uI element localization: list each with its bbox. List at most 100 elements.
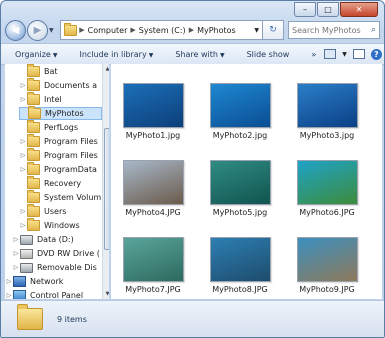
file-name[interactable]: MyPhoto7.JPG (113, 285, 193, 294)
file-item[interactable]: MyPhoto8.JPG (200, 237, 280, 294)
file-item[interactable]: MyPhoto1.jpg (113, 83, 193, 140)
share-with-menu[interactable]: Share with ▼ (161, 50, 232, 59)
tree-item-label: Documents a (44, 81, 98, 90)
search-input[interactable] (292, 25, 364, 35)
tree-item-control-panel[interactable]: ▷ Control Panel (5, 289, 83, 299)
forward-button[interactable]: ▶ (27, 19, 48, 41)
photo-thumbnail[interactable] (122, 83, 184, 128)
expand-arrow-icon[interactable]: ▷ (12, 250, 20, 257)
preview-pane-icon[interactable] (352, 49, 365, 59)
tree-item-removable-dis[interactable]: ▷ Removable Dis (12, 261, 97, 274)
details-pane: 9 items (1, 300, 384, 337)
file-name[interactable]: MyPhoto3.jpg (287, 131, 367, 140)
maximize-button[interactable]: □ (317, 2, 339, 17)
file-item[interactable]: MyPhoto9.JPG (287, 237, 367, 294)
recent-pages-dropdown[interactable]: ▼ (49, 27, 57, 34)
breadcrumb-separator[interactable]: ▶ (189, 26, 194, 34)
tree-item-myphotos[interactable]: MyPhotos (19, 106, 102, 120)
search-icon[interactable]: ⌕ (371, 25, 376, 35)
photo-thumbnail[interactable] (209, 83, 271, 128)
file-item[interactable]: MyPhoto7.JPG (113, 237, 193, 294)
file-name[interactable]: MyPhoto8.JPG (200, 285, 280, 294)
more-commands-button[interactable]: » (297, 50, 324, 59)
file-name[interactable]: MyPhoto5.jpg (200, 208, 280, 217)
tree-item-programdata[interactable]: ▷ ProgramData (19, 162, 97, 176)
change-view-icon[interactable] (324, 49, 337, 59)
file-item[interactable]: MyPhoto5.jpg (200, 160, 280, 217)
file-item[interactable]: MyPhoto4.JPG (113, 160, 193, 217)
slide-show-button[interactable]: Slide show (233, 50, 298, 59)
tree-item-dvd-rw-drive[interactable]: ▷ DVD RW Drive ( (12, 247, 100, 260)
expand-arrow-icon[interactable]: ▷ (19, 82, 27, 89)
help-icon[interactable]: ? (370, 48, 382, 60)
address-dropdown-icon[interactable]: ▼ (254, 27, 259, 34)
tree-item-label: Windows (44, 221, 80, 230)
tree-item-program-files[interactable]: ▷ Program Files (19, 134, 98, 148)
minimize-button[interactable]: – (294, 2, 316, 17)
breadcrumb-myphotos[interactable]: MyPhotos (197, 26, 236, 35)
expand-arrow-icon[interactable]: ▷ (19, 166, 27, 173)
expand-arrow-icon[interactable]: ▷ (12, 264, 20, 271)
file-name[interactable]: MyPhoto4.JPG (113, 208, 193, 217)
search-box[interactable]: ⌕ (288, 21, 380, 39)
photo-thumbnail[interactable] (209, 160, 271, 205)
include-in-library-menu[interactable]: Include in library ▼ (65, 50, 161, 59)
file-name[interactable]: MyPhoto2.jpg (200, 131, 280, 140)
back-button[interactable]: ◀ (5, 19, 26, 41)
tree-item-recovery[interactable]: Recovery (19, 176, 81, 190)
tree-item-users[interactable]: ▷ Users (19, 204, 66, 218)
file-name[interactable]: MyPhoto9.JPG (287, 285, 367, 294)
photo-thumbnail[interactable] (122, 237, 184, 282)
address-bar[interactable]: ▶ Computer ▶ System (C:) ▶ MyPhotos ▼ (60, 20, 263, 40)
folder-icon (27, 134, 40, 147)
tree-item-perflogs[interactable]: PerfLogs (19, 120, 78, 134)
scrollbar-thumb[interactable] (104, 128, 109, 250)
file-item[interactable]: MyPhoto6.JPG (287, 160, 367, 217)
close-button[interactable]: ✕ (340, 2, 378, 17)
scroll-down-icon[interactable]: ▼ (104, 290, 109, 298)
breadcrumb-system-c[interactable]: System (C:) (139, 26, 186, 35)
breadcrumb-separator[interactable]: ▶ (130, 26, 135, 34)
tree-item-windows[interactable]: ▷ Windows (19, 218, 80, 232)
expand-arrow-icon[interactable]: ▷ (5, 278, 13, 285)
file-list: MyPhoto1.jpg MyPhoto2.jpg MyPhoto3.jpg MyPh… (111, 64, 382, 299)
photo-thumbnail[interactable] (122, 160, 184, 205)
navigation-scrollbar[interactable]: ▲ ▼ (102, 64, 109, 299)
tree-item-label: DVD RW Drive ( (37, 249, 100, 258)
tree-item-network[interactable]: ▷ Network (5, 275, 63, 288)
expand-arrow-icon[interactable]: ▷ (19, 96, 27, 103)
tree-item-documents-a[interactable]: ▷ Documents a (19, 78, 98, 92)
expand-arrow-icon[interactable]: ▷ (19, 208, 27, 215)
photo-thumbnail[interactable] (209, 237, 271, 282)
photo-thumbnail[interactable] (296, 237, 358, 282)
tree-item-data-d[interactable]: ▷ Data (D:) (12, 233, 74, 246)
tree-item-system-volum[interactable]: System Volum (19, 190, 101, 204)
tree-item-bat[interactable]: Bat (19, 64, 58, 78)
scroll-up-icon[interactable]: ▲ (104, 65, 109, 73)
expand-arrow-icon[interactable]: ▷ (12, 236, 20, 243)
breadcrumb-separator[interactable]: ▶ (77, 26, 84, 34)
photo-thumbnail[interactable] (296, 160, 358, 205)
tree-item-program-files[interactable]: ▷ Program Files (19, 148, 98, 162)
file-item[interactable]: MyPhoto3.jpg (287, 83, 367, 140)
view-dropdown-icon[interactable]: ▼ (342, 51, 347, 58)
drive-icon (20, 262, 33, 273)
expand-arrow-icon[interactable]: ▷ (19, 138, 27, 145)
tree-item-label: Data (D:) (37, 235, 74, 244)
file-name[interactable]: MyPhoto1.jpg (113, 131, 193, 140)
file-item[interactable]: MyPhoto2.jpg (200, 83, 280, 140)
expand-arrow-icon[interactable]: ▷ (19, 152, 27, 159)
navigation-pane: Bat ▷ Documents a ▷ Intel MyPhotos PerfLogs ▷ Pr… (5, 64, 109, 299)
network-icon (13, 276, 26, 287)
tree-item-label: Intel (44, 95, 62, 104)
folder-icon (64, 22, 77, 36)
expand-arrow-icon[interactable]: ▷ (5, 292, 13, 299)
refresh-button[interactable]: ↻ (263, 20, 284, 40)
expand-arrow-icon[interactable]: ▷ (19, 222, 27, 229)
tree-item-intel[interactable]: ▷ Intel (19, 92, 62, 106)
folder-icon (27, 218, 40, 231)
organize-menu[interactable]: Organize ▼ (1, 50, 65, 59)
breadcrumb-computer[interactable]: Computer (88, 26, 128, 35)
file-name[interactable]: MyPhoto6.JPG (287, 208, 367, 217)
photo-thumbnail[interactable] (296, 83, 358, 128)
